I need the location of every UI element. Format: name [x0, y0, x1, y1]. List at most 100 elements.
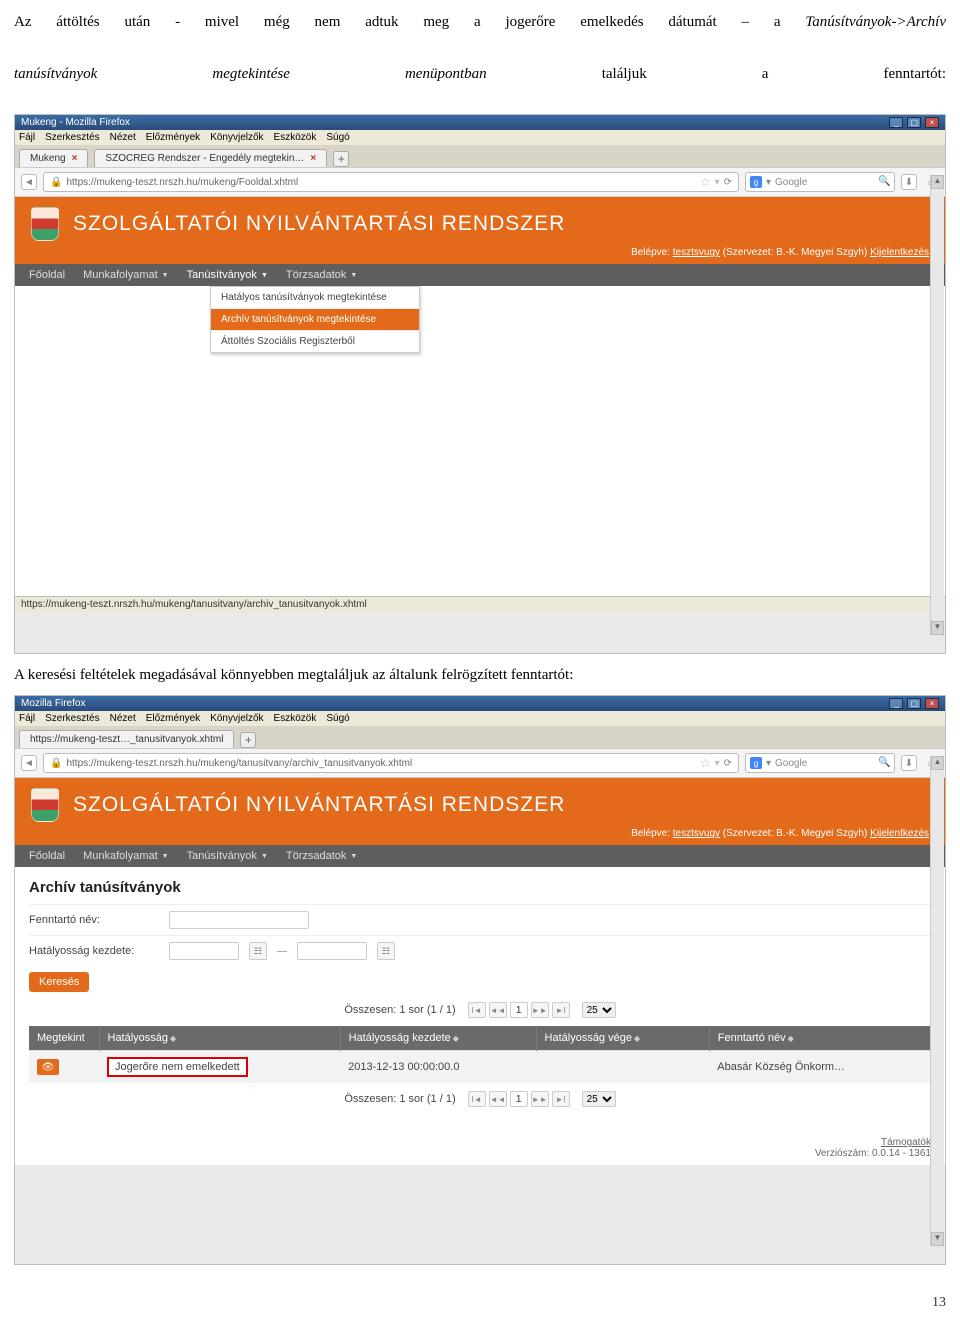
bookmark-star-icon[interactable]: ☆ — [700, 756, 711, 770]
nav-label: Tanúsítványok — [187, 850, 257, 862]
col-label: Hatályosság kezdete — [349, 1032, 451, 1044]
pagesize-select[interactable]: 25 — [582, 1002, 616, 1018]
col-vege[interactable]: Hatályosság vége◆ — [536, 1026, 709, 1051]
nav-tanusitvanyok[interactable]: Tanúsítványok▼ — [187, 850, 268, 862]
panel-heading: Archív tanúsítványok — [29, 879, 931, 896]
menu-file[interactable]: Fájl — [19, 713, 35, 724]
tab-archiv[interactable]: https://mukeng-teszt…_tanusitvanyok.xhtm… — [19, 730, 234, 748]
nav-munkafolyamat[interactable]: Munkafolyamat▼ — [83, 269, 169, 281]
menu-bookmarks[interactable]: Könyvjelzők — [210, 713, 263, 724]
maximize-button[interactable]: ▢ — [907, 117, 921, 128]
menu-help[interactable]: Súgó — [326, 713, 349, 724]
col-kezdete[interactable]: Hatályosság kezdete◆ — [340, 1026, 536, 1051]
back-button[interactable]: ◄ — [21, 174, 37, 190]
login-prefix: Belépve: — [631, 247, 673, 258]
menu-tools[interactable]: Eszközök — [274, 713, 317, 724]
pager-prev[interactable]: ◄◄ — [489, 1002, 507, 1018]
table-summary-top: Összesen: 1 sor (1 / 1) I◄ ◄◄ 1 ►► ►I 25 — [29, 1002, 931, 1018]
login-org: (Szervezet: B.-K. Megyei Szgyh) — [720, 247, 870, 258]
intro-paragraph-2: tanúsítványok megtekintése menüpontban t… — [14, 62, 946, 110]
input-fenntarto-nev[interactable] — [169, 911, 309, 929]
menu-tools[interactable]: Eszközök — [274, 132, 317, 143]
col-hatalyossag[interactable]: Hatályosság◆ — [99, 1026, 340, 1051]
pager-prev[interactable]: ◄◄ — [489, 1091, 507, 1107]
pager-page[interactable]: 1 — [510, 1091, 528, 1107]
logout-link[interactable]: Kijelentkezés — [870, 828, 929, 839]
scroll-up-button[interactable]: ▲ — [931, 756, 944, 770]
pager-last[interactable]: ►I — [552, 1091, 570, 1107]
scroll-down-button[interactable]: ▼ — [931, 1232, 944, 1246]
tab-szocreg[interactable]: SZOCREG Rendszer - Engedély megtekin…× — [94, 149, 327, 167]
nav-torzsadatok[interactable]: Törzsadatok▼ — [286, 850, 357, 862]
search-go-icon[interactable]: 🔍 — [878, 176, 890, 188]
pager-first[interactable]: I◄ — [468, 1091, 486, 1107]
scrollbar[interactable]: ▲ ▼ — [930, 756, 944, 1246]
scroll-up-button[interactable]: ▲ — [931, 175, 944, 189]
input-date-to[interactable] — [297, 942, 367, 960]
search-go-icon[interactable]: 🔍 — [878, 757, 890, 769]
input-date-from[interactable] — [169, 942, 239, 960]
bookmark-star-icon[interactable]: ☆ — [700, 175, 711, 189]
col-fenntarto[interactable]: Fenntartó név◆ — [709, 1026, 930, 1051]
search-button[interactable]: Keresés — [29, 972, 89, 992]
nav-munkafolyamat[interactable]: Munkafolyamat▼ — [83, 850, 169, 862]
new-tab-button[interactable]: + — [333, 151, 349, 167]
reload-icon[interactable]: ⟳ — [724, 758, 732, 769]
login-user-link[interactable]: tesztsvugy — [673, 828, 720, 839]
menu-edit[interactable]: Szerkesztés — [45, 713, 99, 724]
app-title: SZOLGÁLTATÓI NYILVÁNTARTÁSI RENDSZER — [73, 212, 565, 236]
download-button[interactable]: ⬇ — [901, 174, 917, 190]
menu-history[interactable]: Előzmények — [146, 132, 200, 143]
sponsors-link[interactable]: Támogatók — [15, 1137, 931, 1148]
dropdown-item-attoltes[interactable]: Áttöltés Szociális Regiszterből — [211, 331, 419, 352]
pager-next[interactable]: ►► — [531, 1002, 549, 1018]
nav-fooldal[interactable]: Főoldal — [29, 269, 65, 281]
menu-bookmarks[interactable]: Könyvjelzők — [210, 132, 263, 143]
calendar-from-button[interactable]: ☷ — [249, 942, 267, 960]
menu-history[interactable]: Előzmények — [146, 713, 200, 724]
minimize-button[interactable]: _ — [889, 117, 903, 128]
menu-help[interactable]: Súgó — [326, 132, 349, 143]
tab-mukeng[interactable]: Mukeng × — [19, 149, 88, 167]
nav-fooldal[interactable]: Főoldal — [29, 850, 65, 862]
app-nav: Főoldal Munkafolyamat▼ Tanúsítványok▼ Tö… — [15, 264, 945, 286]
address-bar[interactable]: 🔒 https://mukeng-teszt.nrszh.hu/mukeng/F… — [43, 172, 739, 192]
search-box[interactable]: g ▾ Google 🔍 — [745, 172, 895, 192]
view-button[interactable]: 👁 — [37, 1059, 59, 1075]
menu-file[interactable]: Fájl — [19, 132, 35, 143]
login-user-link[interactable]: tesztsvugy — [673, 247, 720, 258]
logout-link[interactable]: Kijelentkezés — [870, 247, 929, 258]
scroll-down-button[interactable]: ▼ — [931, 621, 944, 635]
maximize-button[interactable]: ▢ — [907, 698, 921, 709]
menu-edit[interactable]: Szerkesztés — [45, 132, 99, 143]
sort-icon: ◆ — [788, 1034, 794, 1043]
nav-tanusitvanyok[interactable]: Tanúsítványok▼ — [187, 269, 268, 281]
download-button[interactable]: ⬇ — [901, 755, 917, 771]
table-header-row: Megtekint Hatályosság◆ Hatályosság kezde… — [29, 1026, 931, 1051]
pager-page[interactable]: 1 — [510, 1002, 528, 1018]
dropdown-item-hatalyos[interactable]: Hatályos tanúsítványok megtekintése — [211, 287, 419, 309]
tab-close-icon[interactable]: × — [72, 153, 78, 164]
calendar-to-button[interactable]: ☷ — [377, 942, 395, 960]
tab-close-icon[interactable]: × — [310, 153, 316, 164]
dropdown-item-archiv[interactable]: Archív tanúsítványok megtekintése — [211, 309, 419, 331]
new-tab-button[interactable]: + — [240, 732, 256, 748]
tab-label-1: Mukeng — [30, 153, 66, 164]
menu-view[interactable]: Nézet — [110, 132, 136, 143]
minimize-button[interactable]: _ — [889, 698, 903, 709]
reload-icon[interactable]: ⟳ — [724, 177, 732, 188]
back-button[interactable]: ◄ — [21, 755, 37, 771]
pager-last[interactable]: ►I — [552, 1002, 570, 1018]
menu-view[interactable]: Nézet — [110, 713, 136, 724]
pager-first[interactable]: I◄ — [468, 1002, 486, 1018]
close-button[interactable]: × — [925, 117, 939, 128]
nav-torzsadatok[interactable]: Törzsadatok▼ — [286, 269, 357, 281]
scrollbar[interactable]: ▲ ▼ — [930, 175, 944, 635]
address-bar[interactable]: 🔒 https://mukeng-teszt.nrszh.hu/mukeng/t… — [43, 753, 739, 773]
nav-label: Munkafolyamat — [83, 269, 158, 281]
pagesize-select-bottom[interactable]: 25 — [582, 1091, 616, 1107]
search-box[interactable]: g ▾ Google 🔍 — [745, 753, 895, 773]
col-megtekint[interactable]: Megtekint — [29, 1026, 99, 1051]
pager-next[interactable]: ►► — [531, 1091, 549, 1107]
close-button[interactable]: × — [925, 698, 939, 709]
